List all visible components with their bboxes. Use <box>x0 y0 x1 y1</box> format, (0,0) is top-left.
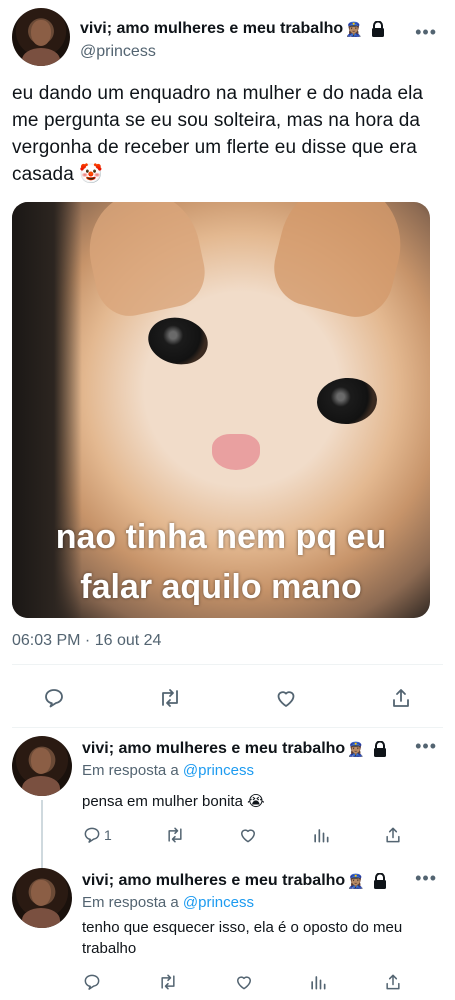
reply-actions <box>82 959 443 993</box>
like-icon[interactable] <box>238 825 258 845</box>
reply-body: vivi; amo mulheres e meu trabalho 👮🏽‍♀️ … <box>82 736 443 846</box>
avatar-face <box>31 880 51 906</box>
lock-icon <box>371 21 385 37</box>
display-name[interactable]: vivi; amo mulheres e meu trabalho <box>80 20 343 38</box>
display-name-line[interactable]: vivi; amo mulheres e meu trabalho 👮🏽‍♀️ <box>82 872 443 890</box>
author-block: vivi; amo mulheres e meu trabalho 👮🏽‍♀️ … <box>80 20 443 61</box>
retweet-icon[interactable] <box>164 825 186 845</box>
reply-tweet[interactable]: vivi; amo mulheres e meu trabalho 👮🏽‍♀️ … <box>0 728 455 874</box>
retweet-icon[interactable] <box>157 972 179 992</box>
media-caption: nao tinha nem pq eu falar aquilo mano <box>12 512 430 612</box>
reply-to: Em resposta a @princess <box>82 762 443 779</box>
reply-to-prefix: Em resposta a <box>82 762 179 779</box>
main-tweet-header: vivi; amo mulheres e meu trabalho 👮🏽‍♀️ … <box>12 8 443 66</box>
display-name-line[interactable]: vivi; amo mulheres e meu trabalho 👮🏽‍♀️ <box>80 20 443 38</box>
views-icon[interactable] <box>308 972 328 992</box>
like-icon[interactable] <box>274 686 298 710</box>
handle[interactable]: @princess <box>80 43 443 61</box>
tweet-media[interactable]: nao tinha nem pq eu falar aquilo mano <box>12 202 430 618</box>
cat-eye-right <box>315 375 379 427</box>
views-icon[interactable] <box>311 825 331 845</box>
reply-mention[interactable]: @princess <box>183 894 254 911</box>
reply-count: 1 <box>104 827 112 843</box>
avatar[interactable] <box>12 736 72 796</box>
main-actions <box>12 665 443 713</box>
reply-actions: 1 <box>82 812 443 846</box>
reply-icon[interactable] <box>82 972 102 992</box>
share-icon[interactable] <box>389 686 413 710</box>
reply-left-col <box>12 736 72 874</box>
reply-left-col <box>12 868 72 993</box>
reply-mention[interactable]: @princess <box>183 762 254 779</box>
avatar-shoulder <box>22 776 60 796</box>
tweet-text: eu dando um enquadro na mulher e do nada… <box>12 83 424 185</box>
avatar[interactable] <box>12 868 72 928</box>
lock-icon <box>373 741 387 757</box>
avatar[interactable] <box>12 8 70 66</box>
lock-icon <box>373 873 387 889</box>
police-emoji: 👮🏽‍♀️ <box>347 740 365 757</box>
more-icon[interactable]: ••• <box>415 736 437 757</box>
avatar-shoulder <box>22 908 60 928</box>
reply-action[interactable]: 1 <box>82 825 112 845</box>
avatar-face <box>31 748 51 774</box>
reply-text: pensa em mulher bonita 😭 <box>82 793 265 810</box>
main-tweet: vivi; amo mulheres e meu trabalho 👮🏽‍♀️ … <box>0 0 455 728</box>
police-emoji: 👮🏽‍♀️ <box>345 20 363 37</box>
share-icon[interactable] <box>383 972 403 992</box>
like-icon[interactable] <box>234 972 254 992</box>
avatar-face <box>31 20 51 46</box>
media-caption-line1: nao tinha nem pq eu <box>55 518 387 556</box>
display-name[interactable]: vivi; amo mulheres e meu trabalho <box>82 740 345 758</box>
reply-icon[interactable] <box>42 686 66 710</box>
avatar-shoulder <box>22 48 60 66</box>
display-name[interactable]: vivi; amo mulheres e meu trabalho <box>82 872 345 890</box>
cat-nose <box>212 434 260 470</box>
police-emoji: 👮🏽‍♀️ <box>347 872 365 889</box>
reply-to: Em resposta a @princess <box>82 894 443 911</box>
reply-to-prefix: Em resposta a <box>82 894 179 911</box>
more-icon[interactable]: ••• <box>415 868 437 889</box>
cat-ear-left <box>78 202 212 323</box>
retweet-icon[interactable] <box>157 686 183 710</box>
reply-tweet[interactable]: vivi; amo mulheres e meu trabalho 👮🏽‍♀️ … <box>0 860 455 993</box>
media-caption-line2: falar aquilo mano <box>80 568 362 606</box>
reply-text: tenho que esquecer isso, ela é o oposto … <box>82 919 403 957</box>
cat-eye-left <box>143 312 213 370</box>
share-icon[interactable] <box>383 825 403 845</box>
more-icon[interactable]: ••• <box>415 22 437 43</box>
reply-body: vivi; amo mulheres e meu trabalho 👮🏽‍♀️ … <box>82 868 443 993</box>
cat-ear-right <box>266 202 414 325</box>
reply-icon[interactable] <box>82 825 102 845</box>
timestamp[interactable]: 06:03 PM · 16 out 24 <box>12 632 443 650</box>
display-name-line[interactable]: vivi; amo mulheres e meu trabalho 👮🏽‍♀️ <box>82 740 443 758</box>
